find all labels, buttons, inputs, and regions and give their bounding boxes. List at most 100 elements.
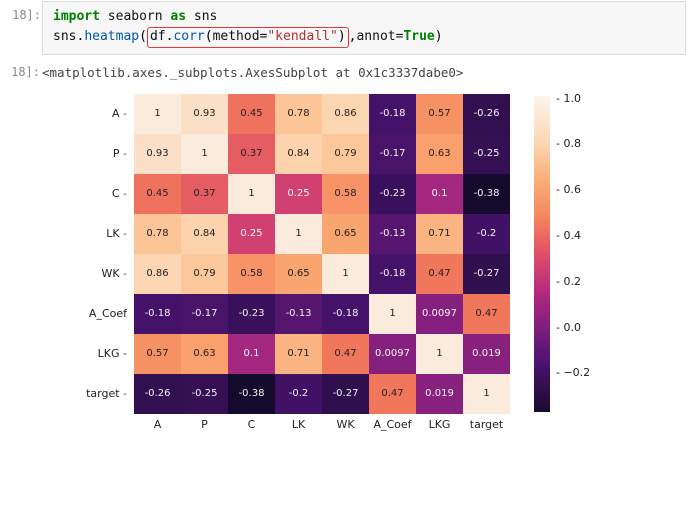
heatmap-cell: 0.58 xyxy=(228,254,275,294)
heatmap-cell: 1 xyxy=(463,374,510,414)
x-tick-label: WK xyxy=(322,418,369,431)
colorbar-tick: - 0.2 xyxy=(556,275,581,288)
heatmap-cell: 0.019 xyxy=(416,374,463,414)
heatmap-cell: -0.18 xyxy=(369,94,416,134)
code-line-2: sns.heatmap(df.corr(method="kendall"),an… xyxy=(53,27,675,48)
heatmap-cell: 1 xyxy=(322,254,369,294)
x-tick-label: C xyxy=(228,418,275,431)
x-tick-label: target xyxy=(463,418,510,431)
heatmap-grid: 10.930.450.780.86-0.180.57-0.260.9310.37… xyxy=(134,94,510,414)
heatmap-cell: 0.58 xyxy=(322,174,369,214)
heatmap-cell: -0.17 xyxy=(181,294,228,334)
y-tick-label: P xyxy=(82,134,127,174)
heatmap-cell: -0.2 xyxy=(275,374,322,414)
heatmap-cell: 0.63 xyxy=(416,134,463,174)
heatmap-cell: 0.37 xyxy=(228,134,275,174)
y-tick-label: target xyxy=(82,374,127,414)
heatmap-cell: 0.86 xyxy=(134,254,181,294)
y-tick-label: WK xyxy=(82,254,127,294)
heatmap-cell: 1 xyxy=(134,94,181,134)
y-tick-label: A_Coef xyxy=(82,294,127,334)
output-area: 18]: <matplotlib.axes._subplots.AxesSubp… xyxy=(42,65,686,431)
heatmap-cell: 0.63 xyxy=(181,334,228,374)
heatmap-cell: 0.45 xyxy=(228,94,275,134)
heatmap-cell: 0.25 xyxy=(275,174,322,214)
heatmap-cell: 1 xyxy=(369,294,416,334)
heatmap-cell: 0.78 xyxy=(134,214,181,254)
y-tick-label: LKG xyxy=(82,334,127,374)
heatmap-cell: -0.38 xyxy=(463,174,510,214)
heatmap-cell: 0.45 xyxy=(134,174,181,214)
heatmap-cell: -0.27 xyxy=(322,374,369,414)
x-tick-label: A_Coef xyxy=(369,418,416,431)
heatmap-cell: 0.1 xyxy=(228,334,275,374)
heatmap-cell: -0.13 xyxy=(275,294,322,334)
y-tick-label: LK xyxy=(82,214,127,254)
heatmap-cell: 0.84 xyxy=(181,214,228,254)
heatmap-cell: 0.79 xyxy=(181,254,228,294)
heatmap-cell: 0.1 xyxy=(416,174,463,214)
colorbar-strip xyxy=(534,96,550,412)
heatmap-cell: 0.93 xyxy=(134,134,181,174)
heatmap-cell: 1 xyxy=(228,174,275,214)
x-tick-label: LK xyxy=(275,418,322,431)
y-tick-label: A xyxy=(82,94,127,134)
colorbar-tick: - 0.4 xyxy=(556,229,581,242)
colorbar-tick: - 0.8 xyxy=(556,137,581,150)
heatmap-cell: 1 xyxy=(416,334,463,374)
heatmap-cell: -0.23 xyxy=(228,294,275,334)
heatmap-cell: 0.57 xyxy=(134,334,181,374)
heatmap-cell: 0.65 xyxy=(275,254,322,294)
y-axis-labels: APCLKWKA_CoefLKGtarget xyxy=(82,94,127,414)
heatmap-cell: 1 xyxy=(181,134,228,174)
heatmap-cell: -0.25 xyxy=(463,134,510,174)
heatmap-cell: 0.0097 xyxy=(369,334,416,374)
heatmap-cell: 0.0097 xyxy=(416,294,463,334)
heatmap-cell: 0.37 xyxy=(181,174,228,214)
heatmap-cell: -0.26 xyxy=(463,94,510,134)
y-tick-label: C xyxy=(82,174,127,214)
x-tick-label: A xyxy=(134,418,181,431)
colorbar-tick: - −0.2 xyxy=(556,366,590,379)
heatmap-plot: APCLKWKA_CoefLKGtarget 10.930.450.780.86… xyxy=(92,94,652,431)
heatmap-cell: -0.23 xyxy=(369,174,416,214)
heatmap-cell: 0.47 xyxy=(369,374,416,414)
heatmap-cell: 0.65 xyxy=(322,214,369,254)
colorbar-tick: - 1.0 xyxy=(556,92,581,105)
colorbar: - 1.0- 0.8- 0.6- 0.4- 0.2- 0.0- −0.2 xyxy=(534,96,550,412)
colorbar-tick: - 0.0 xyxy=(556,321,581,334)
x-tick-label: LKG xyxy=(416,418,463,431)
heatmap-cell: 0.86 xyxy=(322,94,369,134)
heatmap-cell: -0.25 xyxy=(181,374,228,414)
heatmap-cell: 0.57 xyxy=(416,94,463,134)
heatmap-cell: 0.47 xyxy=(463,294,510,334)
heatmap-cell: -0.26 xyxy=(134,374,181,414)
heatmap-cell: 0.71 xyxy=(275,334,322,374)
heatmap-cell: -0.18 xyxy=(322,294,369,334)
code-line-1: import seaborn as sns xyxy=(53,8,675,27)
heatmap-cell: 1 xyxy=(275,214,322,254)
heatmap-cell: 0.71 xyxy=(416,214,463,254)
heatmap-cell: 0.47 xyxy=(416,254,463,294)
input-prompt: 18]: xyxy=(1,8,41,22)
heatmap-cell: -0.2 xyxy=(463,214,510,254)
heatmap-cell: 0.84 xyxy=(275,134,322,174)
x-axis-labels: APCLKWKA_CoefLKGtarget xyxy=(134,418,652,431)
heatmap-cell: -0.17 xyxy=(369,134,416,174)
code-cell: 18]: import seaborn as sns sns.heatmap(d… xyxy=(42,1,686,55)
heatmap-cell: 0.019 xyxy=(463,334,510,374)
heatmap-cell: -0.13 xyxy=(369,214,416,254)
heatmap-cell: 0.79 xyxy=(322,134,369,174)
heatmap-cell: 0.78 xyxy=(275,94,322,134)
highlighted-argument: df.corr(method="kendall") xyxy=(147,27,349,48)
colorbar-tick: - 0.6 xyxy=(556,183,581,196)
x-tick-label: P xyxy=(181,418,228,431)
output-prompt: 18]: xyxy=(0,65,40,79)
heatmap-cell: 0.47 xyxy=(322,334,369,374)
heatmap-cell: 0.93 xyxy=(181,94,228,134)
heatmap-cell: -0.18 xyxy=(369,254,416,294)
output-repr: <matplotlib.axes._subplots.AxesSubplot a… xyxy=(42,65,686,80)
heatmap-cell: 0.25 xyxy=(228,214,275,254)
heatmap-cell: -0.38 xyxy=(228,374,275,414)
heatmap-cell: -0.27 xyxy=(463,254,510,294)
